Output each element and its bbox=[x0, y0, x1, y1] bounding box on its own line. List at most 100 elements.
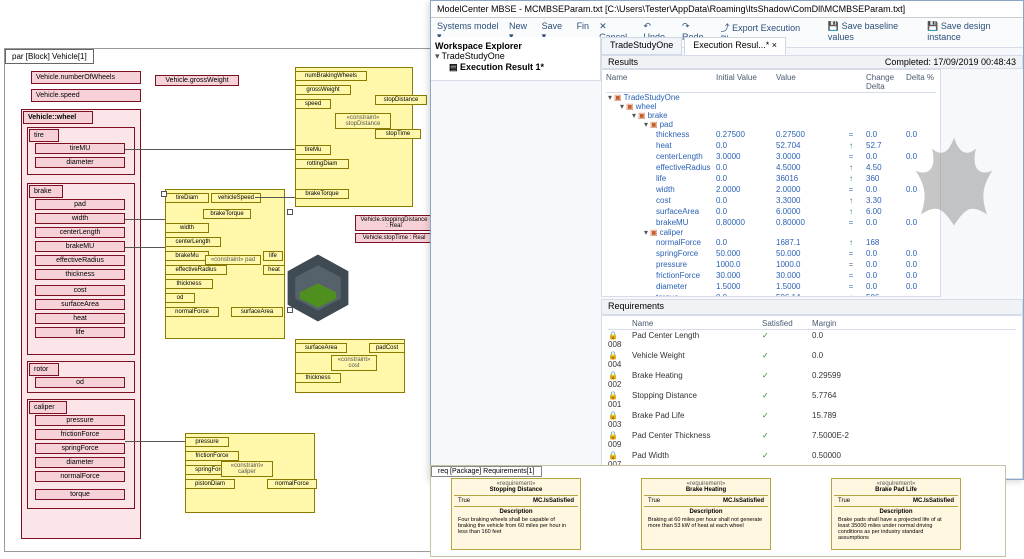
stop-stopdistance: stopDistance bbox=[375, 95, 427, 105]
req-diagram-title: req [Package] Requirements[1] bbox=[431, 466, 542, 477]
caliper-friction: frictionForce bbox=[35, 429, 125, 440]
results-col-head: NameInitial ValueValue Change DeltaDelta… bbox=[606, 72, 936, 93]
pad-constraint-label: «constraint» pad bbox=[205, 255, 261, 265]
connector bbox=[255, 197, 295, 198]
brake-mu: brakeMU bbox=[35, 241, 125, 252]
tab-execution-result[interactable]: Execution Resul...* × bbox=[684, 37, 786, 55]
caliper-spring: springForce bbox=[35, 443, 125, 454]
req-row[interactable]: 🔒 009Pad Center Thickness✓7.5000E-2 bbox=[608, 430, 1016, 450]
connector bbox=[125, 441, 185, 442]
explorer-item-result[interactable]: ▤ Execution Result 1* bbox=[435, 62, 596, 73]
brake-thickness: thickness bbox=[35, 269, 125, 280]
caliper-torque: torque bbox=[35, 489, 125, 500]
calc-friction: frictionForce bbox=[185, 451, 239, 461]
calc-constraint-label: «constraint» caliper bbox=[221, 461, 273, 477]
results-row[interactable]: surfaceArea0.06.00006.00 bbox=[606, 206, 936, 217]
results-grid[interactable]: NameInitial ValueValue Change DeltaDelta… bbox=[601, 69, 941, 297]
stop-stoptime: stopTime bbox=[375, 129, 421, 139]
results-row[interactable]: life0.036016360 bbox=[606, 173, 936, 184]
pad-od: od bbox=[165, 293, 195, 303]
req-card: «requirement»Brake Pad LifeTrueMC.IsSati… bbox=[831, 478, 961, 550]
tree-pad[interactable]: pad bbox=[606, 120, 936, 129]
caliper-normal: normalForce bbox=[35, 471, 125, 482]
explorer-title: Workspace Explorer bbox=[435, 41, 596, 51]
sysml-parametric-diagram: par [Block] Vehicle[1] Vehicle.numberOfW… bbox=[4, 48, 434, 552]
calc-piston: pistonDiam bbox=[185, 479, 235, 489]
tb-save-design[interactable]: 💾 Save design instance bbox=[927, 21, 1017, 44]
req-row[interactable]: 🔒 004Vehicle Weight✓0.0 bbox=[608, 350, 1016, 370]
pad-braketorque: brakeTorque bbox=[203, 209, 251, 219]
tab-tradestudy[interactable]: TradeStudyOne bbox=[601, 37, 682, 55]
tire-mu: tireMU bbox=[35, 143, 125, 154]
req-card: «requirement»Brake HeatingTrueMC.IsSatis… bbox=[641, 478, 771, 550]
stop-numwheels: numBrakingWheels bbox=[295, 71, 367, 81]
req-row[interactable]: 🔒 002Brake Heating✓0.29599 bbox=[608, 370, 1016, 390]
rotor-od: od bbox=[35, 377, 125, 388]
results-row[interactable]: frictionForce30.00030.000=0.00.0 bbox=[606, 270, 936, 281]
results-row[interactable]: diameter1.50001.5000=0.00.0 bbox=[606, 281, 936, 292]
port-square bbox=[287, 209, 293, 215]
results-row[interactable]: width2.00002.0000=0.00.0 bbox=[606, 184, 936, 195]
stop-rottingdiam: rottingDiam bbox=[295, 159, 349, 169]
tree-brake[interactable]: brake bbox=[606, 111, 936, 120]
pad-tirediam: tireDiam bbox=[165, 193, 209, 203]
pad-effradius: effectiveRadius bbox=[165, 265, 227, 275]
reqs-grid[interactable]: NameSatisfiedMargin 🔒 008Pad Center Leng… bbox=[601, 315, 1023, 479]
port-speed: Vehicle.speed bbox=[31, 89, 141, 102]
results-row[interactable]: thickness0.275000.27500=0.00.0 bbox=[606, 129, 936, 140]
cost-padcost: padCost bbox=[369, 343, 405, 353]
results-row[interactable]: brakeMU0.800000.80000=0.00.0 bbox=[606, 217, 936, 228]
brake-effradius: effectiveRadius bbox=[35, 255, 125, 266]
label-brake: brake bbox=[29, 185, 63, 198]
results-row[interactable]: normalForce0.01687.1168 bbox=[606, 237, 936, 248]
port-num-wheels: Vehicle.numberOfWheels bbox=[31, 71, 141, 84]
req-row[interactable]: 🔒 001Stopping Distance✓5.7764 bbox=[608, 390, 1016, 410]
tab-bar: TradeStudyOne Execution Resul...* × bbox=[601, 37, 788, 55]
results-row[interactable]: cost0.03.30003.30 bbox=[606, 195, 936, 206]
reqs-col-head: NameSatisfiedMargin bbox=[608, 318, 1016, 330]
connector bbox=[125, 247, 165, 248]
modelcenter-window: ModelCenter MBSE - MCMBSEParam.txt [C:\U… bbox=[430, 0, 1024, 480]
brake-centerlength: centerLength bbox=[35, 227, 125, 238]
label-rotor: rotor bbox=[29, 363, 59, 376]
port-square bbox=[161, 191, 167, 197]
stop-speed: speed bbox=[295, 99, 331, 109]
stop-grossweight: grossWeight bbox=[295, 85, 351, 95]
cost-surfacearea: surfaceArea bbox=[295, 343, 347, 353]
explorer-item-study[interactable]: TradeStudyOne bbox=[435, 51, 596, 62]
req-row[interactable]: 🔒 003Brake Pad Life✓15.789 bbox=[608, 410, 1016, 430]
results-header: Results Completed: 17/09/2019 00:48:43 bbox=[601, 55, 1023, 69]
results-row[interactable]: centerLength3.00003.0000=0.00.0 bbox=[606, 151, 936, 162]
calc-pressure: pressure bbox=[185, 437, 229, 447]
connector bbox=[125, 219, 165, 220]
brake-pad: pad bbox=[35, 199, 125, 210]
brake-surfacearea: surfaceArea bbox=[35, 299, 125, 310]
results-label: Results bbox=[608, 57, 638, 67]
caliper-diameter: diameter bbox=[35, 457, 125, 468]
results-row[interactable]: effectiveRadius0.04.50004.50 bbox=[606, 162, 936, 173]
pad-normalforce: normalForce bbox=[165, 307, 219, 317]
pad-brakemu: brakeMu bbox=[165, 251, 209, 261]
stop-tiremu: tireMu bbox=[295, 145, 331, 155]
label-tire: tire bbox=[29, 129, 59, 142]
reqs-header: Requirements bbox=[601, 299, 1023, 315]
pad-thickness: thickness bbox=[165, 279, 213, 289]
tree-root[interactable]: TradeStudyOne bbox=[606, 93, 936, 102]
pad-centerlength: centerLength bbox=[165, 237, 221, 247]
brake-heat: heat bbox=[35, 313, 125, 324]
results-completed: Completed: 17/09/2019 00:48:43 bbox=[885, 57, 1016, 67]
req-card: «requirement»Stopping DistanceTrueMC.IsS… bbox=[451, 478, 581, 550]
req-row[interactable]: 🔒 008Pad Center Length✓0.0 bbox=[608, 330, 1016, 350]
brake-cost: cost bbox=[35, 285, 125, 296]
phoenix-logo bbox=[899, 121, 1009, 231]
pad-width: width bbox=[165, 223, 209, 233]
tb-save-baseline[interactable]: 💾 Save baseline values bbox=[828, 21, 917, 44]
results-row[interactable]: torque0.0506.14506 bbox=[606, 292, 936, 297]
results-row[interactable]: springForce50.00050.000=0.00.0 bbox=[606, 248, 936, 259]
window-title: ModelCenter MBSE - MCMBSEParam.txt [C:\U… bbox=[431, 1, 1023, 18]
results-row[interactable]: pressure1000.01000.0=0.00.0 bbox=[606, 259, 936, 270]
tree-caliper[interactable]: caliper bbox=[606, 228, 936, 237]
results-row[interactable]: heat0.052.70452.7 bbox=[606, 140, 936, 151]
cost-constraint-label: «constraint» cost bbox=[331, 355, 377, 371]
tree-wheel[interactable]: wheel bbox=[606, 102, 936, 111]
